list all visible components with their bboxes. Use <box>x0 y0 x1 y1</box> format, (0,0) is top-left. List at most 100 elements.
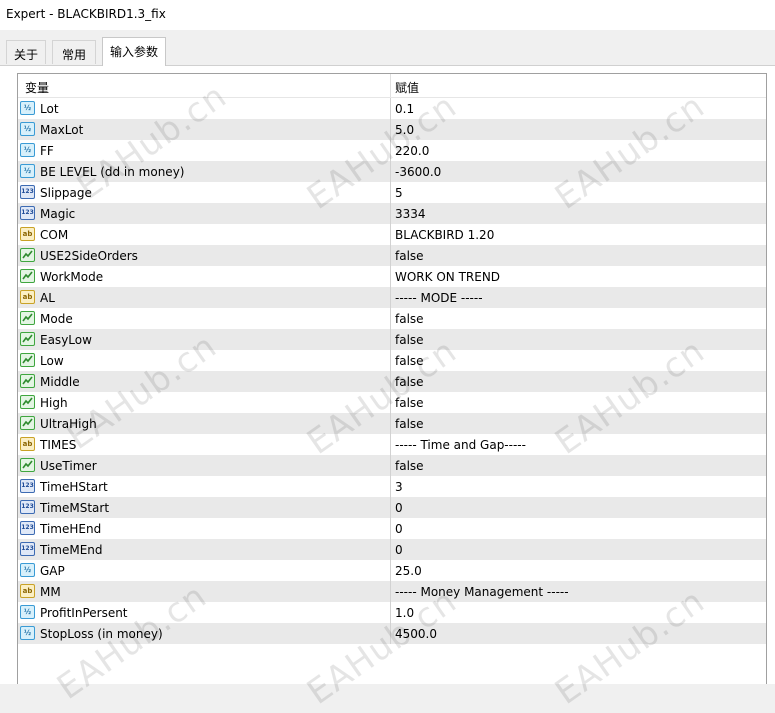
tab-about-label: 关于 <box>13 48 38 62</box>
param-name: UseTimer <box>40 459 97 473</box>
table-row[interactable]: 123 Slippage 5 <box>18 182 766 203</box>
param-value[interactable]: -3600.0 <box>395 165 441 179</box>
table-row[interactable]: Mode false <box>18 308 766 329</box>
table-row[interactable]: 123 Magic 3334 <box>18 203 766 224</box>
column-divider[interactable] <box>390 74 391 97</box>
table-row[interactable]: ab COM BLACKBIRD 1.20 <box>18 224 766 245</box>
param-value[interactable]: false <box>395 354 424 368</box>
tab-common[interactable]: 常用 <box>52 40 96 64</box>
tab-strip: 关于 常用 输入参数 <box>0 37 775 66</box>
bool-icon <box>20 353 35 367</box>
table-row[interactable]: 123 TimeHStart 3 <box>18 476 766 497</box>
cell-divider <box>390 119 391 140</box>
param-value[interactable]: 25.0 <box>395 564 422 578</box>
table-row[interactable]: 123 TimeMStart 0 <box>18 497 766 518</box>
param-name: StopLoss (in money) <box>40 627 163 641</box>
table-row[interactable]: UseTimer false <box>18 455 766 476</box>
header-value[interactable]: 赋值 <box>395 79 419 96</box>
table-row[interactable]: 123 TimeMEnd 0 <box>18 539 766 560</box>
cell-divider <box>390 623 391 644</box>
param-value[interactable]: false <box>395 312 424 326</box>
bool-icon <box>20 458 35 472</box>
table-row[interactable]: ½ StopLoss (in money) 4500.0 <box>18 623 766 644</box>
integer-icon: 123 <box>20 521 35 535</box>
cell-divider <box>390 518 391 539</box>
param-value[interactable]: ----- Money Management ----- <box>395 585 569 599</box>
param-value[interactable]: false <box>395 396 424 410</box>
param-name: WorkMode <box>40 270 104 284</box>
param-name: High <box>40 396 68 410</box>
table-row[interactable]: ½ GAP 25.0 <box>18 560 766 581</box>
table-row[interactable]: EasyLow false <box>18 329 766 350</box>
param-value[interactable]: false <box>395 249 424 263</box>
param-value[interactable]: 3334 <box>395 207 426 221</box>
param-name: ProfitInPersent <box>40 606 128 620</box>
param-name: TimeHEnd <box>40 522 102 536</box>
integer-icon: 123 <box>20 479 35 493</box>
table-row[interactable]: ab MM ----- Money Management ----- <box>18 581 766 602</box>
cell-divider <box>390 539 391 560</box>
table-row[interactable]: ½ Lot 0.1 <box>18 98 766 119</box>
tab-common-label: 常用 <box>61 48 86 62</box>
table-row[interactable]: Middle false <box>18 371 766 392</box>
table-row[interactable]: ½ FF 220.0 <box>18 140 766 161</box>
param-value[interactable]: false <box>395 333 424 347</box>
cell-divider <box>390 266 391 287</box>
string-icon: ab <box>20 584 35 598</box>
param-value[interactable]: 220.0 <box>395 144 429 158</box>
table-row[interactable]: Low false <box>18 350 766 371</box>
param-value[interactable]: false <box>395 417 424 431</box>
param-value[interactable]: ----- MODE ----- <box>395 291 483 305</box>
table-row[interactable]: ab AL ----- MODE ----- <box>18 287 766 308</box>
param-value[interactable]: BLACKBIRD 1.20 <box>395 228 494 242</box>
header-variable[interactable]: 变量 <box>25 79 49 96</box>
table-row[interactable]: WorkMode WORK ON TREND <box>18 266 766 287</box>
cell-divider <box>390 224 391 245</box>
table-row[interactable]: ab TIMES ----- Time and Gap----- <box>18 434 766 455</box>
param-name: TimeMStart <box>40 501 110 515</box>
bool-icon <box>20 248 35 262</box>
string-icon: ab <box>20 437 35 451</box>
table-row[interactable]: UltraHigh false <box>18 413 766 434</box>
param-value[interactable]: false <box>395 375 424 389</box>
param-name: AL <box>40 291 55 305</box>
cell-divider <box>390 308 391 329</box>
param-name: Lot <box>40 102 59 116</box>
cell-divider <box>390 560 391 581</box>
double-icon: ½ <box>20 101 35 115</box>
table-row[interactable]: High false <box>18 392 766 413</box>
param-name: MaxLot <box>40 123 84 137</box>
cell-divider <box>390 140 391 161</box>
tab-inputs[interactable]: 输入参数 <box>102 37 166 66</box>
param-name: BE LEVEL (dd in money) <box>40 165 185 179</box>
table-row[interactable]: USE2SideOrders false <box>18 245 766 266</box>
param-value[interactable]: 5.0 <box>395 123 414 137</box>
table-row[interactable]: ½ ProfitInPersent 1.0 <box>18 602 766 623</box>
integer-icon: 123 <box>20 206 35 220</box>
param-value[interactable]: 0 <box>395 501 403 515</box>
tab-inputs-label: 输入参数 <box>109 45 158 59</box>
param-value[interactable]: ----- Time and Gap----- <box>395 438 526 452</box>
cell-divider <box>390 455 391 476</box>
param-name: GAP <box>40 564 65 578</box>
param-name: FF <box>40 144 54 158</box>
param-name: UltraHigh <box>40 417 97 431</box>
bool-icon <box>20 311 35 325</box>
param-value[interactable]: false <box>395 459 424 473</box>
table-row[interactable]: 123 TimeHEnd 0 <box>18 518 766 539</box>
param-value[interactable]: 0 <box>395 543 403 557</box>
double-icon: ½ <box>20 563 35 577</box>
parameters-table[interactable]: 变量 赋值 ½ Lot 0.1 ½ MaxLot 5.0 ½ FF 220.0 ½ BE LEVEL… <box>17 73 767 684</box>
table-row[interactable]: ½ BE LEVEL (dd in money) -3600.0 <box>18 161 766 182</box>
table-row[interactable]: ½ MaxLot 5.0 <box>18 119 766 140</box>
param-value[interactable]: 0.1 <box>395 102 414 116</box>
param-value[interactable]: 1.0 <box>395 606 414 620</box>
tab-about[interactable]: 关于 <box>6 40 46 64</box>
param-name: COM <box>40 228 69 242</box>
double-icon: ½ <box>20 164 35 178</box>
param-value[interactable]: WORK ON TREND <box>395 270 500 284</box>
param-value[interactable]: 5 <box>395 186 403 200</box>
param-value[interactable]: 0 <box>395 522 403 536</box>
param-value[interactable]: 4500.0 <box>395 627 437 641</box>
param-value[interactable]: 3 <box>395 480 403 494</box>
